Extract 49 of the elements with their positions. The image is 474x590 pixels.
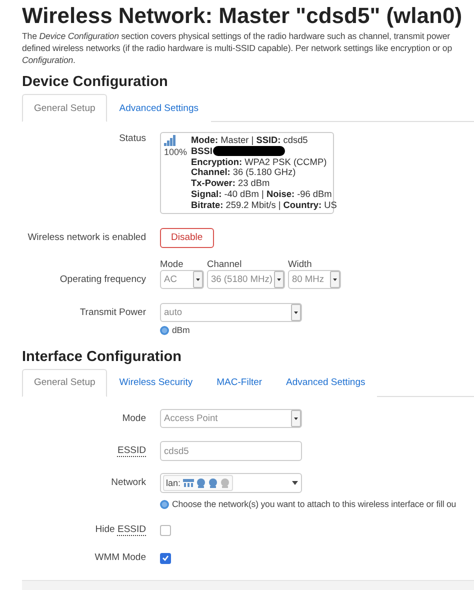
help-text: Choose the network(s) you want to attach to this wireless interface or fill ou [172, 498, 456, 510]
signal-percent: 100% [164, 146, 188, 158]
caret-icon [330, 270, 340, 288]
help-icon [160, 326, 169, 335]
caret-icon [291, 410, 301, 427]
disable-button[interactable]: Disable [160, 228, 214, 248]
checkbox[interactable] [160, 524, 171, 536]
caret-icon [193, 270, 203, 288]
select-caption: Channel [207, 258, 243, 270]
status-line: Encryption: WPA2 PSK (CCMP) [191, 156, 327, 168]
status-line: Mode: Master | SSID: cdsd5 [191, 135, 308, 146]
tab[interactable]: General Setup [22, 94, 108, 122]
status-line: Channel: 36 (5.180 GHz) [191, 167, 296, 178]
signal-icon [164, 135, 176, 146]
field-label: ESSID [116, 444, 147, 459]
dropdown[interactable]: 36 (5180 MHz) [207, 270, 285, 289]
network-dropdown[interactable]: lan: [160, 472, 302, 493]
help-icon [160, 500, 169, 509]
field-label: Network [110, 476, 147, 490]
tab[interactable]: General Setup [22, 368, 108, 397]
field-label: Mode [121, 412, 147, 426]
status-line: Signal: -40 dBm | Noise: -96 dBm [191, 188, 332, 200]
status-line: BSSI [191, 146, 212, 157]
dropdown[interactable]: auto [160, 302, 302, 322]
intro-text: The Device Configuration section covers physical settings of the radio hardware such as channel, transmit power [22, 30, 452, 42]
status-line: Tx-Power: 23 dBm [191, 178, 270, 189]
dropdown[interactable]: AC [160, 270, 204, 289]
page-title: Wireless Network: Master "cdsd5" (wlan0) [22, 3, 464, 29]
field-label: Operating frequency [58, 272, 147, 287]
input-field[interactable]: cdsd5 [160, 440, 302, 461]
caret-icon [291, 304, 301, 321]
field-label: Status [118, 132, 147, 146]
dropdown[interactable]: 80 MHz [288, 270, 341, 289]
help-text: dBm [172, 324, 190, 336]
dropdown[interactable]: Access Point [160, 408, 302, 428]
section-title: Interface Configuration [22, 348, 183, 366]
intro-text: defined wireless networks (if the radio hardware is multi-SSID capable). Per network settings like encryption or op [22, 42, 454, 54]
field-label: Transmit Power [78, 306, 147, 320]
field-label: Wireless network is enabled [26, 230, 147, 245]
select-caption: Width [288, 258, 313, 270]
caret-icon [292, 480, 298, 485]
status-line: Bitrate: 259.2 Mbit/s | Country: US [191, 200, 337, 211]
select-caption: Mode [160, 258, 184, 270]
intro-text: Configuration. [22, 54, 76, 66]
caret-icon [274, 270, 284, 288]
checkbox[interactable] [160, 552, 171, 564]
field-label: WMM Mode [94, 550, 147, 565]
field-label: Hide ESSID [94, 522, 147, 538]
section-title: Device Configuration [22, 73, 169, 91]
